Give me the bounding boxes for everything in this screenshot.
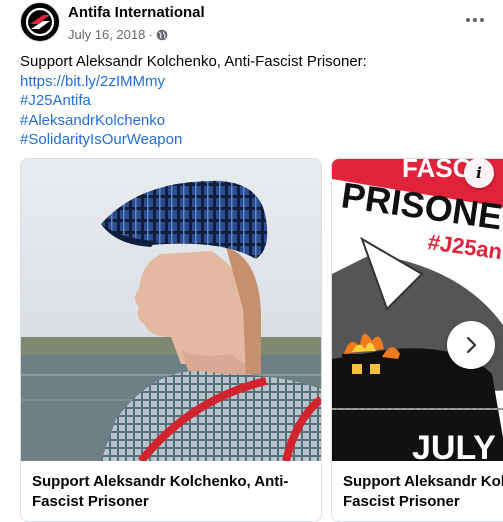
globe-icon[interactable]	[156, 29, 168, 44]
page-name[interactable]: Antifa International	[68, 4, 205, 21]
post-meta: July 16, 2018 ·	[68, 27, 168, 44]
link-carousel: Support Aleksandr Kolchenko, Anti-Fascis…	[20, 158, 503, 522]
card-title-1[interactable]: Support Aleksandr Kolchenko, Anti-Fascis…	[32, 472, 312, 512]
post-text-line: Support Aleksandr Kolchenko, Anti-Fascis…	[20, 53, 367, 70]
page-avatar[interactable]	[20, 2, 60, 42]
post-link[interactable]: https://bit.ly/2zIMMmy	[20, 73, 165, 90]
card-image-poster: FASC PRISONE #J25an JULY	[332, 159, 503, 461]
hashtag-aleksandrkolchenko[interactable]: #AleksandrKolchenko	[20, 112, 165, 129]
info-button[interactable]: i	[464, 158, 494, 188]
meta-separator: ·	[148, 27, 153, 42]
post-date[interactable]: July 16, 2018	[68, 27, 145, 42]
more-options-button[interactable]	[459, 8, 491, 32]
carousel-card-1[interactable]: Support Aleksandr Kolchenko, Anti-Fascis…	[20, 158, 322, 522]
hashtag-j25antifa[interactable]: #J25Antifa	[20, 92, 91, 109]
info-icon: i	[476, 164, 482, 182]
card-title-2[interactable]: Support Aleksandr Kolchenko, Anti-Fascis…	[343, 472, 503, 512]
poster-july-text: JULY	[412, 429, 496, 461]
post-body: Support Aleksandr Kolchenko, Anti-Fascis…	[20, 52, 367, 150]
poster-fasc-text: FASC	[402, 159, 472, 183]
carousel-next-button[interactable]	[447, 321, 495, 369]
post-header: Antifa International July 16, 2018 ·	[20, 2, 503, 46]
card-image-portrait	[21, 159, 321, 461]
chevron-right-icon	[466, 336, 477, 354]
hashtag-solidarityisourweapon[interactable]: #SolidarityIsOurWeapon	[20, 131, 182, 148]
antifa-logo	[22, 4, 58, 40]
more-horizontal-icon	[466, 18, 484, 22]
